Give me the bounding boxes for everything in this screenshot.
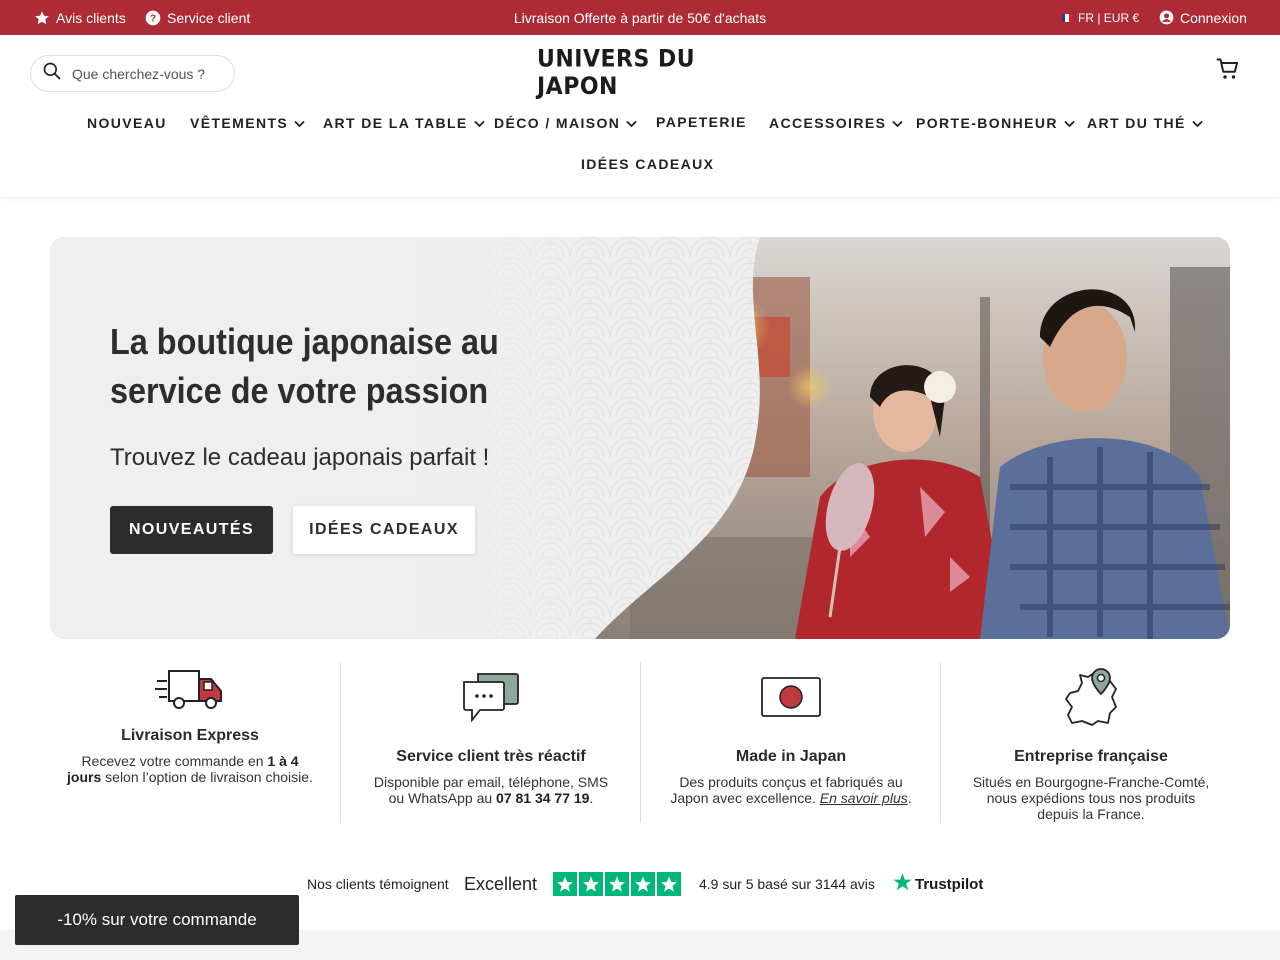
trust-star-icon: [605, 872, 629, 896]
announcement-text: Livraison Offerte à partir de 50€ d'acha…: [513, 9, 767, 26]
support-link[interactable]: ? Service client: [145, 0, 250, 35]
france-map-pin-icon: [941, 667, 1241, 727]
support-label: Service client: [167, 9, 251, 26]
nav-item-label: PORTE-BONHEUR: [916, 115, 1058, 131]
help-icon: ?: [145, 10, 161, 26]
language-currency-label: FR | EUR €: [1078, 10, 1140, 25]
nav-item-deco-maison[interactable]: DÉCO / MAISON: [494, 108, 637, 138]
trust-rating-text: 4.9 sur 5 basé sur 3144 avis: [699, 876, 875, 892]
nav-item-papeterie[interactable]: PAPETERIE: [656, 107, 747, 137]
feature-customer-service: Service client très réactif Disponible p…: [340, 662, 640, 822]
trust-intro: Nos clients témoignent: [307, 876, 449, 892]
login-label: Connexion: [1180, 9, 1247, 26]
nav-item-label: VÊTEMENTS: [190, 115, 289, 131]
features-row: Livraison Express Recevez votre commande…: [40, 662, 1240, 822]
gift-ideas-button[interactable]: IDÉES CADEAUX: [293, 506, 475, 554]
france-flag-icon: [1062, 13, 1072, 22]
feature-title: Made in Japan: [735, 748, 847, 765]
nav-item-label: IDÉES CADEAUX: [581, 156, 715, 172]
discount-popup-button[interactable]: -10% sur votre commande: [15, 895, 299, 945]
hero-banner: La boutique japonaise au service de votr…: [50, 237, 1230, 639]
reviews-label: Avis clients: [56, 9, 126, 26]
chevron-down-icon: [1064, 115, 1075, 131]
feature-text: Des produits conçus et fabriqués au Japo…: [670, 774, 912, 806]
japan-flag-icon: [641, 677, 941, 717]
hero-subtitle: Trouvez le cadeau japonais parfait !: [110, 444, 490, 471]
hero-title: La boutique japonaise au service de votr…: [110, 321, 499, 411]
trustpilot-brand: Trustpilot: [915, 875, 984, 893]
nav-item-nouveau[interactable]: NOUVEAU: [87, 108, 167, 138]
star-icon: [34, 10, 50, 26]
chat-bubbles-icon: [341, 672, 641, 724]
nav-item-label: ART DU THÉ: [1087, 115, 1186, 131]
announcement-bar: Avis clients ? Service client Livraison …: [0, 0, 1280, 35]
cart-button[interactable]: [1216, 57, 1240, 86]
login-link[interactable]: Connexion: [1159, 0, 1247, 35]
feature-title: Entreprise française: [1014, 748, 1168, 765]
feature-title: Livraison Express: [121, 727, 259, 744]
feature-made-in-japan: Made in Japan Des produits conçus et fab…: [640, 662, 940, 822]
learn-more-link[interactable]: En savoir plus: [820, 790, 908, 806]
new-arrivals-button[interactable]: NOUVEAUTÉS: [110, 506, 273, 554]
trust-star-icon: [553, 872, 577, 896]
cart-icon: [1216, 58, 1240, 85]
nav-item-vetements[interactable]: VÊTEMENTS: [190, 108, 305, 138]
delivery-truck-icon: [40, 667, 340, 711]
nav-item-label: PAPETERIE: [656, 114, 747, 130]
nav-item-art-du-the[interactable]: ART DU THÉ: [1087, 108, 1203, 138]
chevron-down-icon: [474, 115, 485, 131]
hero-image: [50, 237, 1230, 639]
language-currency-selector[interactable]: FR | EUR €: [1062, 0, 1139, 35]
nav-item-label: ART DE LA TABLE: [323, 115, 468, 131]
site-logo[interactable]: UNIVERS DU JAPON: [537, 46, 743, 101]
reviews-link[interactable]: Avis clients: [34, 0, 126, 35]
chevron-down-icon: [1192, 115, 1203, 131]
svg-text:?: ?: [150, 13, 156, 24]
search-box[interactable]: [30, 55, 235, 92]
trust-stars: [553, 870, 681, 898]
trust-star-icon: [657, 872, 681, 896]
search-icon: [42, 61, 62, 86]
search-input[interactable]: [72, 65, 222, 82]
trust-rating-word: Excellent: [464, 873, 538, 894]
feature-text: Situés en Bourgogne-Franche-Comté, nous …: [972, 774, 1210, 822]
trustpilot-star-icon: [893, 872, 912, 896]
chevron-down-icon: [626, 115, 637, 131]
nav-item-label: NOUVEAU: [87, 115, 167, 131]
site-header: UNIVERS DU JAPON NOUVEAU VÊTEMENTS ART D…: [0, 35, 1280, 198]
feature-title: Service client très réactif: [396, 748, 586, 765]
nav-item-porte-bonheur[interactable]: PORTE-BONHEUR: [916, 108, 1075, 138]
feature-text: Recevez votre commande en 1 à 4 jours se…: [67, 753, 313, 785]
nav-item-accessoires[interactable]: ACCESSOIRES: [769, 108, 903, 138]
account-icon: [1159, 10, 1174, 25]
trust-star-icon: [579, 872, 603, 896]
nav-item-art-de-la-table[interactable]: ART DE LA TABLE: [323, 108, 485, 138]
chevron-down-icon: [294, 115, 305, 131]
feature-express-delivery: Livraison Express Recevez votre commande…: [40, 662, 340, 822]
chevron-down-icon: [892, 115, 903, 131]
feature-text: Disponible par email, téléphone, SMS ou …: [373, 774, 609, 806]
nav-item-label: ACCESSOIRES: [769, 115, 887, 131]
trustpilot-widget[interactable]: Nos clients témoignent Excellent 4.9 sur…: [0, 870, 1280, 898]
trust-star-icon: [631, 872, 655, 896]
feature-french-company: Entreprise française Situés en Bourgogne…: [940, 662, 1240, 822]
nav-item-idees-cadeaux[interactable]: IDÉES CADEAUX: [581, 149, 714, 179]
trustpilot-logo[interactable]: Trustpilot: [893, 870, 983, 898]
nav-item-label: DÉCO / MAISON: [494, 115, 621, 131]
